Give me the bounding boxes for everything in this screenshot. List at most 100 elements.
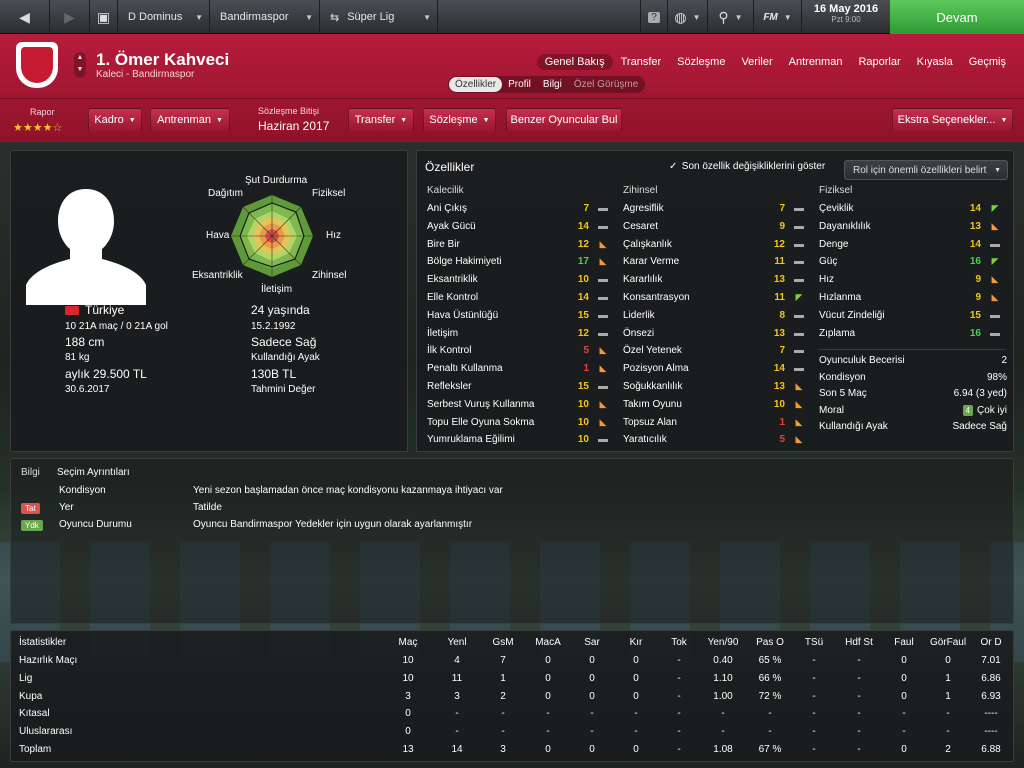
continue-button[interactable]: Devam [890,0,1024,34]
attribute-row[interactable]: Pozisyon Alma 14 [623,361,805,379]
globe-button[interactable]: ◍ ▼ [668,0,708,34]
subtab-profile[interactable]: Profil [502,77,537,92]
stats-row[interactable]: Hazırlık Maçı 10 4 7 0 0 0-0.40 65 % - -0 0 7.01 [19,653,1001,671]
attribute-name: Liderlik [623,309,655,321]
attribute-row[interactable]: Liderlik 8 [623,308,805,326]
subtab-attributes[interactable]: Özellikler [449,77,503,92]
morale-badge: 4 [962,404,973,416]
attribute-row[interactable]: Topsuz Alan 1 ◣ [623,415,805,433]
contract-button[interactable]: Sözleşme ▼ [423,108,496,132]
club-menu[interactable]: Bandirmaspor ▼ [210,0,320,34]
attribute-row[interactable]: Ani Çıkış 7 [427,201,609,219]
role-highlight-dropdown[interactable]: Rol için önemli özellikleri belirt ▼ [844,160,1008,180]
attribute-row[interactable]: Ayak Gücü 14 [427,219,609,237]
attribute-row[interactable]: İlk Kontrol 5 ◣ [427,343,609,361]
attribute-row[interactable]: Serbest Vuruş Kullanma 10 ◣ [427,397,609,415]
forward-button[interactable]: ▶ [50,0,90,34]
info-tab[interactable]: Bilgi [21,467,40,478]
attribute-name: Hızlanma [819,292,862,303]
attribute-row[interactable]: Cesaret 9 [623,219,805,237]
attribute-row[interactable]: Karar Verme 11 [623,254,805,272]
attribute-row[interactable]: Elle Kontrol 14 [427,290,609,308]
search-button[interactable]: ⚲ ▼ [708,0,754,34]
chevron-down-icon: ▼ [305,12,313,22]
tab-overview[interactable]: Genel Bakış [536,54,613,70]
training-button[interactable]: Antrenman ▼ [150,108,230,132]
tab-contract[interactable]: Sözleşme [669,54,733,70]
attribute-row[interactable]: Soğukkanlılık 13 ◣ [623,379,805,397]
help-button[interactable]: ? [640,0,668,34]
attribute-name: Ayak Gücü [427,220,476,232]
attribute-row[interactable]: Zıplama 16 [819,326,1001,344]
attribute-row[interactable]: Konsantrasyon 11 ◤ [623,290,805,308]
back-button[interactable]: ◀ [0,0,50,34]
trend-flat-icon [793,221,805,231]
summary-row: Kondisyon 98% [819,370,1007,388]
attribute-row[interactable]: Topu Elle Oyuna Sokma 10 ◣ [427,415,609,433]
stats-row[interactable]: Kıtasal 0- - - - - - - - - - - - ---- [19,706,999,724]
selection-details-tab[interactable]: Seçim Ayrıntıları [57,467,130,478]
attribute-row[interactable]: Çalışkanlık 12 [623,237,805,255]
stats-row[interactable]: Toplam 13 14 3 0 0 0-1.08 67 % - -0 2 6.88 [19,742,1001,760]
attribute-row[interactable]: Hava Üstünlüğü 15 [427,308,609,326]
transfer-label: Transfer [354,114,396,126]
attribute-row[interactable]: Penaltı Kullanma 1 ◣ [427,361,609,379]
chevron-down-icon[interactable]: ▼ [74,64,86,76]
preferred-foot: Sadece Sağ [251,335,317,349]
stats-cell: 3 [405,690,411,702]
attribute-value: 5 [779,434,785,446]
attribute-row[interactable]: Dayanıklılık 13 ◣ [819,219,1001,237]
subtab-info[interactable]: Bilgi [537,77,568,92]
attribute-value: 12 [577,238,589,250]
extra-options-button[interactable]: Ekstra Seçenekler... ▼ [892,108,1013,132]
attribute-row[interactable]: Kararlılık 13 [623,272,805,290]
attribute-row[interactable]: Vücut Zindeliği 15 [819,308,1001,326]
attribute-row[interactable]: Yumruklama Eğilimi 10 [427,432,609,450]
show-changes-checkbox[interactable]: ✓ Son özellik değişikliklerini göster [669,161,825,172]
attribute-row[interactable]: Eksantriklik 10 [427,272,609,290]
stats-row[interactable]: Uluslararası 0- - - - - - - - - - - - ---- [19,724,999,742]
radar-label-communication: İletişim [261,284,293,295]
attribute-row[interactable]: Özel Yetenek 7 [623,343,805,361]
tab-history[interactable]: Geçmiş [961,54,1014,70]
transfer-button[interactable]: Transfer ▼ [348,108,414,132]
league-menu[interactable]: ⇆ Süper Lig ▼ [320,0,438,34]
manager-menu[interactable]: D Dominus ▼ [118,0,210,34]
stats-row[interactable]: Kupa 3 3 2 0 0 0-1.00 72 % - -0 1 6.93 [19,689,1001,707]
stats-column-header[interactable]: Or D [963,637,1019,648]
tab-data[interactable]: Veriler [733,54,780,70]
similar-players-button[interactable]: Benzer Oyuncular Bul [506,108,622,132]
attribute-row[interactable]: Refleksler 15 [427,379,609,397]
home-button[interactable]: ▣ [90,0,118,34]
player-nav-arrows[interactable]: ▲ ▼ [74,52,86,78]
tab-reports[interactable]: Raporlar [850,54,908,70]
attribute-row[interactable]: İletişim 12 [427,326,609,344]
chevron-up-icon[interactable]: ▲ [74,52,86,64]
report-stars[interactable]: ★★★★☆ [13,121,62,134]
attribute-row[interactable]: Önsezi 13 [623,326,805,344]
tab-transfer[interactable]: Transfer [613,54,670,70]
attribute-row[interactable]: Çeviklik 14 ◤ [819,201,1001,219]
stats-column-header[interactable]: Maç [380,637,436,648]
squad-button[interactable]: Kadro ▼ [88,108,142,132]
attribute-row[interactable]: Bölge Hakimiyeti 17 ◣ [427,254,609,272]
attribute-row[interactable]: Yaratıcılık 5 ◣ [623,432,805,450]
subtab-private-chat[interactable]: Özel Görüşme [568,77,644,92]
attribute-row[interactable]: Güç 16 ◤ [819,254,1001,272]
club-badge [16,42,58,88]
attribute-row[interactable]: Hızlanma 9 ◣ [819,290,1001,308]
trend-flat-icon [597,381,609,391]
fm-menu-button[interactable]: FM ▼ [754,0,802,34]
attribute-row[interactable]: Hız 9 ◣ [819,272,1001,290]
attribute-row[interactable]: Denge 14 [819,237,1001,255]
stats-row[interactable]: Lig 10 11 1 0 0 0-1.10 66 % - -0 1 6.86 [19,671,1001,689]
tab-training[interactable]: Antrenman [781,54,851,70]
trend-down-icon: ◣ [599,416,607,427]
globe-icon: ◍ [674,8,687,25]
check-icon: ✓ [669,161,678,172]
attribute-row[interactable]: Takım Oyunu 10 ◣ [623,397,805,415]
attribute-name: Bire Bir [427,238,460,250]
tab-compare[interactable]: Kıyasla [909,54,961,70]
attribute-row[interactable]: Agresiflik 7 [623,201,805,219]
attribute-row[interactable]: Bire Bir 12 ◣ [427,237,609,255]
